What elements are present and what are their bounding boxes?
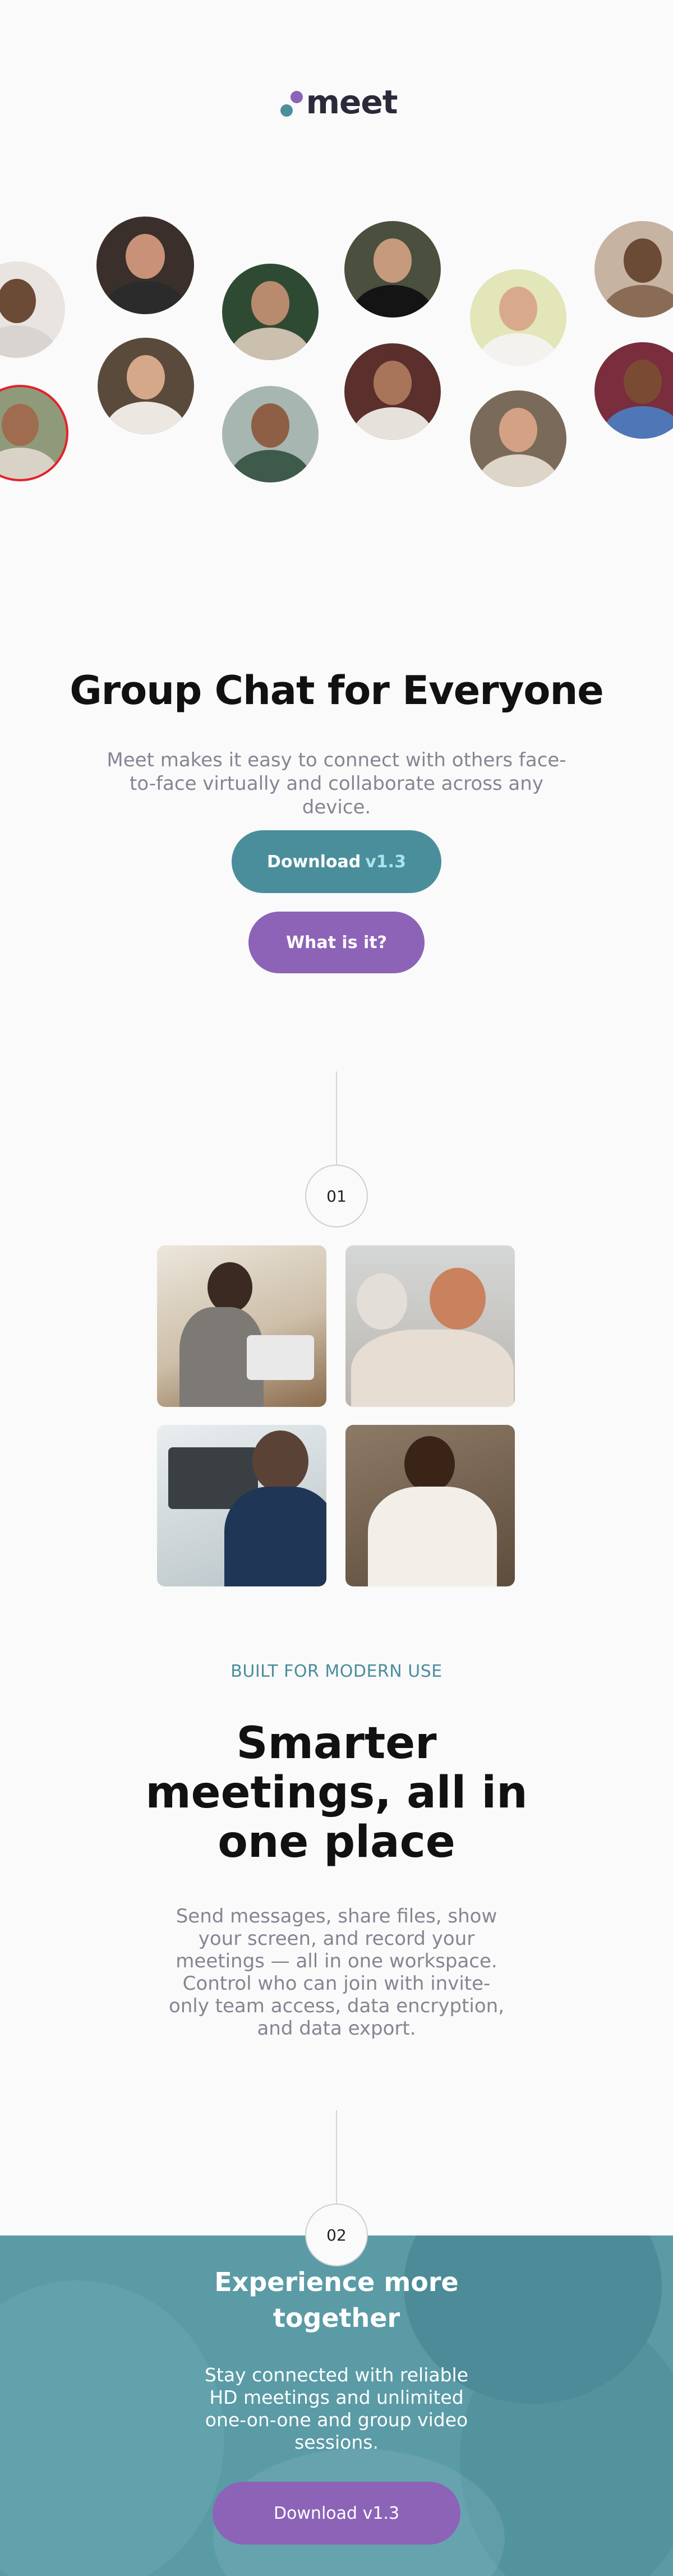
features-eyebrow: BUILT FOR MODERN USE [231,1662,442,1681]
experience-title: Experience more together [214,2267,459,2333]
what-is-it-button[interactable]: What is it? [248,912,425,973]
step-marker-02: 02 [305,2204,368,2266]
photo-man-phone [345,1425,515,1586]
avatar [222,386,319,482]
avatar [98,338,194,434]
photo-woman-laptop [157,1245,326,1407]
download-button-label: Download [267,852,361,872]
experience-download-button[interactable]: Download v1.3 [213,2482,460,2545]
avatar [594,221,673,318]
logo-mark-icon [276,85,303,119]
avatar [470,269,566,366]
hero-subtitle: Meet makes it easy to connect with other… [107,749,566,818]
step-marker-01: 01 [305,1165,368,1227]
avatar [96,217,194,314]
step-number: 01 [326,1186,347,1206]
photo-women-phone [345,1245,515,1407]
experience-download-label: Download v1.3 [273,2503,400,2523]
brand-name: meet [306,83,398,121]
what-is-it-label: What is it? [285,932,388,953]
hero-title: Group Chat for Everyone [70,668,604,714]
avatar [222,264,319,360]
avatar [344,221,441,318]
avatar [594,342,673,439]
avatar [470,390,566,487]
avatar [344,343,441,440]
features-description: Send messages, share files, show your sc… [168,1905,505,2040]
avatar [0,385,68,481]
features-title: Smarter meetings, all in one place [145,1718,528,1867]
download-button[interactable]: Download v1.3 [232,830,441,893]
download-version: v1.3 [365,852,406,872]
avatar [0,261,65,358]
brand-logo[interactable]: meet [0,83,673,121]
photo-video-call [157,1425,326,1586]
experience-description: Stay connected with reliable HD meetings… [204,2364,469,2453]
step-number: 02 [326,2225,347,2244]
